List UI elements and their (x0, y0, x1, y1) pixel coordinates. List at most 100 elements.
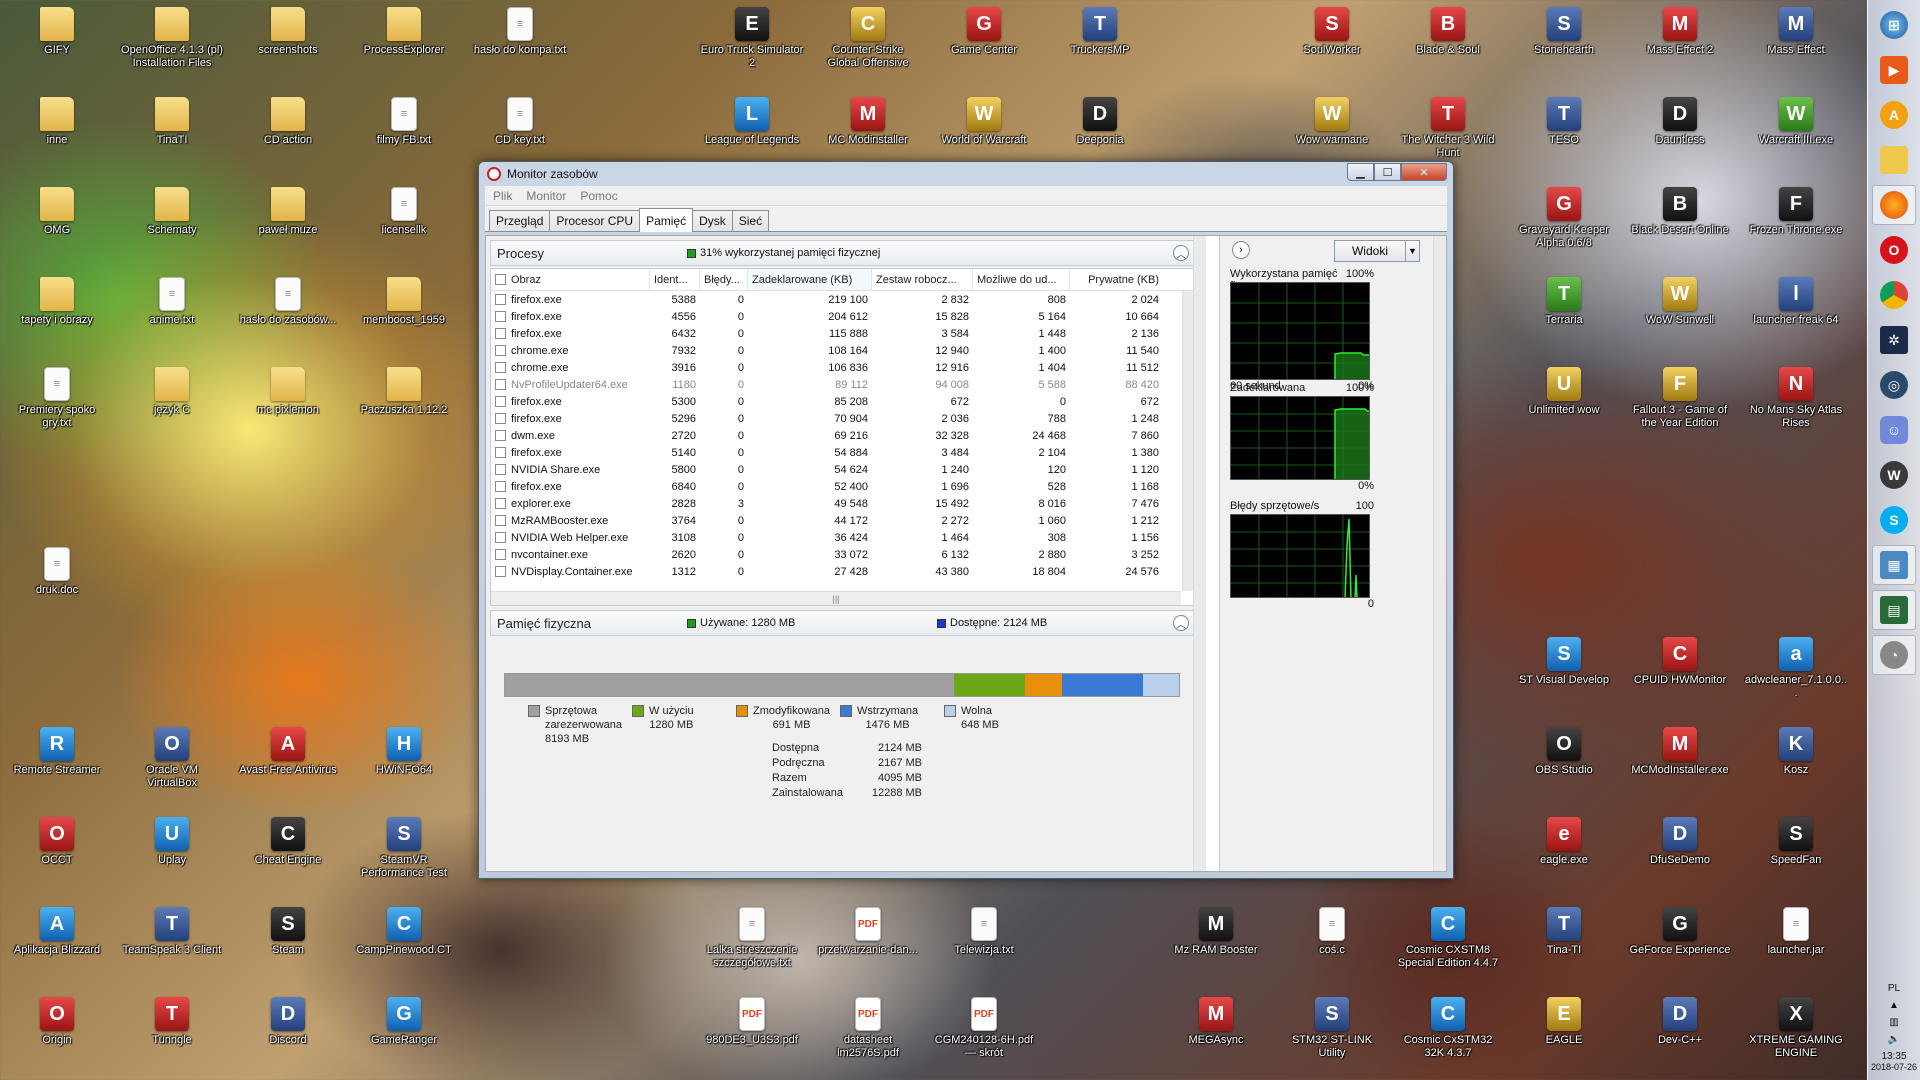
row-checkbox[interactable] (495, 345, 506, 356)
table-row[interactable]: firefox.exe 5140 0 54 884 3 484 2 104 1 380 (491, 444, 1195, 461)
desktop-icon[interactable]: F Fallout 3 - Game of the Year Edition (1628, 367, 1732, 430)
desktop-icon[interactable]: N No Mans Sky Atlas Rises (1744, 367, 1848, 430)
desktop-icon[interactable]: W World of Warcraft (932, 97, 1036, 147)
desktop-icon[interactable]: D Dev-C++ (1628, 997, 1732, 1047)
desktop-icon[interactable]: T TeamSpeak 3 Client (120, 907, 224, 957)
desktop-icon[interactable]: ≡ launcher.jar (1744, 907, 1848, 957)
desktop-icon[interactable]: S SteamVR Performance Test (352, 817, 456, 880)
collapse-physical-icon[interactable]: ︿ (1173, 615, 1189, 631)
expand-arrow-icon[interactable]: › (1232, 241, 1250, 259)
desktop-icon[interactable]: T Terraria (1512, 277, 1616, 327)
desktop-icon[interactable]: T Tina-TI (1512, 907, 1616, 957)
desktop-icon[interactable]: paweł muze (236, 187, 340, 237)
desktop-icon[interactable]: a adwcleaner_7.1.0.0... (1744, 637, 1848, 700)
row-checkbox[interactable] (495, 311, 506, 322)
menu-monitor[interactable]: Monitor (526, 189, 566, 203)
left-pane-vscroll[interactable] (1193, 236, 1206, 871)
row-checkbox[interactable] (495, 447, 506, 458)
desktop-icon[interactable]: inne (5, 97, 109, 147)
taskbar-firefox[interactable] (1872, 185, 1916, 225)
desktop-icon[interactable]: e eagle.exe (1512, 817, 1616, 867)
desktop-icon[interactable]: F Frozen Throne.exe (1744, 187, 1848, 237)
table-row[interactable]: chrome.exe 3916 0 106 836 12 916 1 404 11 512 (491, 359, 1195, 376)
row-checkbox[interactable] (495, 294, 506, 305)
table-row[interactable]: NVDisplay.Container.exe 1312 0 27 428 43 380… (491, 563, 1195, 580)
taskbar-chrome[interactable] (1872, 275, 1916, 315)
minimize-button[interactable]: ▁ (1347, 163, 1374, 181)
desktop-icon[interactable]: M MEGAsync (1164, 997, 1268, 1047)
desktop-icon[interactable]: CD action (236, 97, 340, 147)
desktop-icon[interactable]: Paczuszka 1.12.2 (352, 367, 456, 417)
desktop-icon[interactable]: S Steam (236, 907, 340, 957)
desktop-icon[interactable]: OpenOffice 4.1.3 (pl) Installation Files (120, 7, 224, 70)
table-row[interactable]: chrome.exe 7932 0 108 164 12 940 1 400 11 540 (491, 342, 1195, 359)
table-row[interactable]: explorer.exe 2828 3 49 548 15 492 8 016 7 476 (491, 495, 1195, 512)
desktop-icon[interactable]: ≡ hasło do kompa.txt (468, 7, 572, 57)
tab-cpu[interactable]: Procesor CPU (549, 210, 641, 231)
desktop-icon[interactable]: ≡ coś.c (1280, 907, 1384, 957)
taskbar-skype[interactable]: S (1872, 500, 1916, 540)
desktop-icon[interactable]: O Oracle VM VirtualBox (120, 727, 224, 790)
desktop-icon[interactable]: PDF CGM240128-6H.pdf — skrót (932, 997, 1036, 1060)
desktop-icon[interactable]: język C (120, 367, 224, 417)
desktop-icon[interactable]: W Warcraft III.exe (1744, 97, 1848, 147)
desktop-icon[interactable]: T TruckersMP (1048, 7, 1152, 57)
desktop-icon[interactable]: mc pixlemon (236, 367, 340, 417)
desktop-icon[interactable]: S Stonehearth (1512, 7, 1616, 57)
table-row[interactable]: firefox.exe 5296 0 70 904 2 036 788 1 248 (491, 410, 1195, 427)
desktop-icon[interactable]: K Kosz (1744, 727, 1848, 777)
tab-overview[interactable]: Przegląd (489, 210, 551, 231)
taskbar-fan-app[interactable]: ✲ (1872, 320, 1916, 360)
desktop-icon[interactable]: S SoulWorker (1280, 7, 1384, 57)
desktop-icon[interactable]: G GameRanger (352, 997, 456, 1047)
row-checkbox[interactable] (495, 515, 506, 526)
tab-memory[interactable]: Pamięć (639, 208, 694, 232)
desktop-icon[interactable]: M Mass Effect (1744, 7, 1848, 57)
table-row[interactable]: firefox.exe 4556 0 204 612 15 828 5 164 10 664 (491, 308, 1195, 325)
desktop-icon[interactable]: L League of Legends (700, 97, 804, 147)
desktop-icon[interactable]: E EAGLE (1512, 997, 1616, 1047)
desktop-icon[interactable]: M Mass Effect 2 (1628, 7, 1732, 57)
col-faults[interactable]: Błędy... (700, 269, 748, 290)
table-row[interactable]: NVIDIA Web Helper.exe 3108 0 36 424 1 464 308… (491, 529, 1195, 546)
taskbar-explorer[interactable] (1872, 140, 1916, 180)
row-checkbox[interactable] (495, 481, 506, 492)
row-checkbox[interactable] (495, 413, 506, 424)
table-row[interactable]: NVIDIA Share.exe 5800 0 54 624 1 240 120 1 120 (491, 461, 1195, 478)
desktop-icon[interactable]: T TESO (1512, 97, 1616, 147)
table-row[interactable]: firefox.exe 6840 0 52 400 1 696 528 1 168 (491, 478, 1195, 495)
col-private[interactable]: Prywatne (KB) (1070, 269, 1163, 290)
desktop-icon[interactable]: C Cheat Engine (236, 817, 340, 867)
desktop-icon[interactable]: O OBS Studio (1512, 727, 1616, 777)
table-row[interactable]: firefox.exe 5300 0 85 208 672 0 672 (491, 393, 1195, 410)
desktop-icon[interactable]: S SpeedFan (1744, 817, 1848, 867)
table-row[interactable]: NvProfileUpdater64.exe 1180 0 89 112 94 008 5… (491, 376, 1195, 393)
taskbar-steam[interactable]: ◎ (1872, 365, 1916, 405)
desktop-icon[interactable]: M MC Modinstaller (816, 97, 920, 147)
desktop-icon[interactable]: screenshots (236, 7, 340, 57)
desktop-icon[interactable]: A Aplikacja Blizzard (5, 907, 109, 957)
row-checkbox[interactable] (495, 532, 506, 543)
taskbar-resource-monitor[interactable]: ▤ (1872, 590, 1916, 630)
select-all-checkbox[interactable] (495, 274, 506, 285)
desktop-icon[interactable]: ≡ Telewizja.txt (932, 907, 1036, 957)
desktop-icon[interactable]: D Discord (236, 997, 340, 1047)
desktop-icon[interactable]: T Tunngle (120, 997, 224, 1047)
desktop-icon[interactable]: B Black Desert Online (1628, 187, 1732, 237)
desktop-icon[interactable]: O Origin (5, 997, 109, 1047)
desktop-icon[interactable]: l launcher freak 64 (1744, 277, 1848, 327)
col-commit[interactable]: Zadeklarowane (KB) (748, 269, 872, 290)
maximize-button[interactable]: ☐ (1374, 163, 1401, 181)
desktop-icon[interactable]: PDF datasheet lm2576S.pdf (816, 997, 920, 1060)
desktop-icon[interactable]: ≡ CD key.txt (468, 97, 572, 147)
desktop-icon[interactable]: ≡ hasło do zasobów... (236, 277, 340, 327)
desktop-icon[interactable]: ≡ filmy FB.txt (352, 97, 456, 147)
desktop-icon[interactable]: S ST Visual Develop (1512, 637, 1616, 687)
desktop-icon[interactable]: B Blade & Soul (1396, 7, 1500, 57)
desktop-icon[interactable]: G Game Center (932, 7, 1036, 57)
desktop-icon[interactable]: C Cosmic CXSTM8 Special Edition 4.4.7 (1396, 907, 1500, 970)
volume-icon[interactable]: 🔈 (1888, 1034, 1900, 1045)
table-row[interactable]: dwm.exe 2720 0 69 216 32 328 24 468 7 860 (491, 427, 1195, 444)
desktop-icon[interactable]: E Euro Truck Simulator 2 (700, 7, 804, 70)
physical-memory-header[interactable]: Pamięć fizyczna Używane: 1280 MB Dostępn… (490, 610, 1196, 636)
